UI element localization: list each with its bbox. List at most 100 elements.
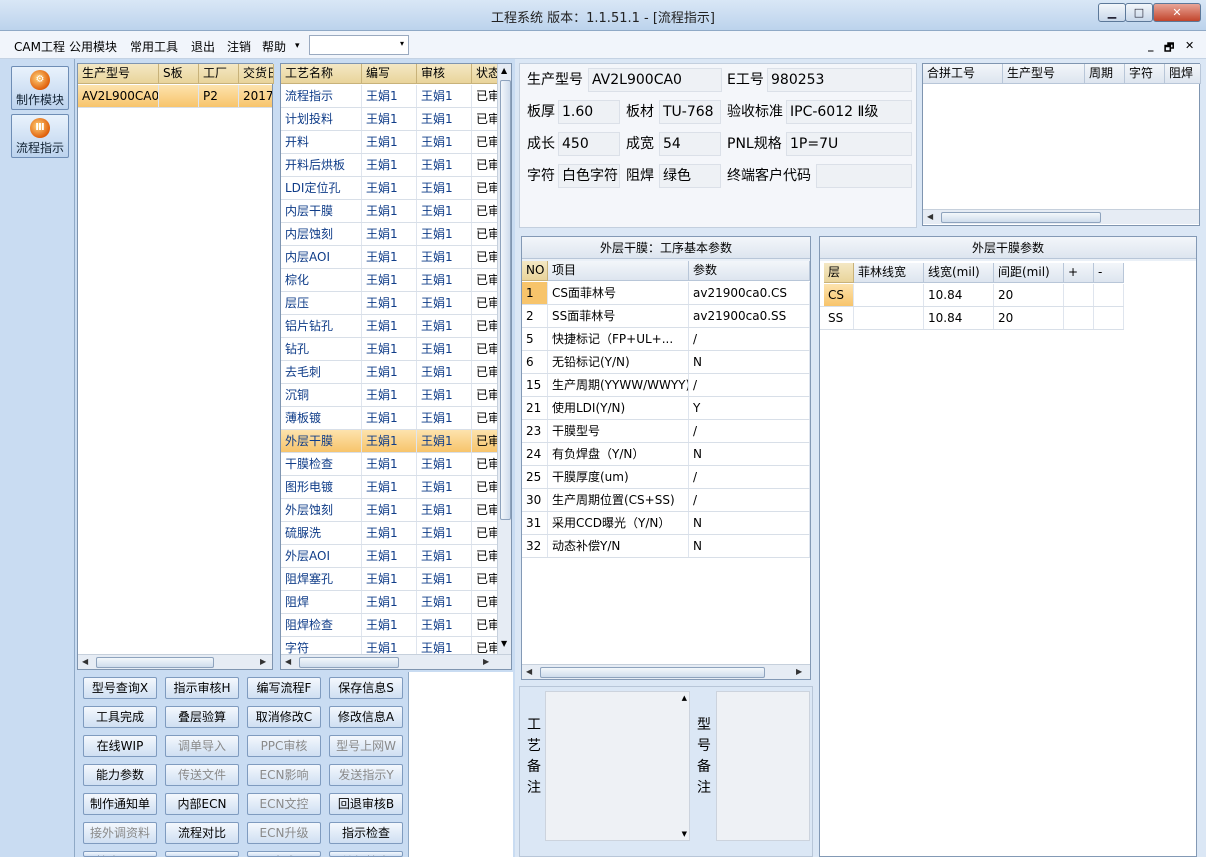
customer-code-field[interactable] xyxy=(816,164,912,188)
table-row[interactable]: 去毛刺王娟1王娟1已审 xyxy=(281,361,497,384)
scroll-right-icon[interactable]: ▶ xyxy=(796,665,802,679)
table-row[interactable]: 沉铜王娟1王娟1已审 xyxy=(281,384,497,407)
table-row[interactable]: 层压王娟1王娟1已审 xyxy=(281,292,497,315)
col-header[interactable]: 参数 xyxy=(689,261,810,281)
material-field[interactable]: TU-768 xyxy=(659,100,721,124)
table-row[interactable]: 薄板镀王娟1王娟1已审 xyxy=(281,407,497,430)
scroll-thumb[interactable] xyxy=(941,212,1101,223)
action-button[interactable]: 制作通知单 xyxy=(83,793,157,815)
table-row[interactable]: 硫脲洗王娟1王娟1已审 xyxy=(281,522,497,545)
table-row[interactable]: 阻焊检查王娟1王娟1已审 xyxy=(281,614,497,637)
action-button[interactable]: ECN升级 xyxy=(247,822,321,844)
col-header[interactable]: 生产型号 xyxy=(1003,64,1085,84)
table-row[interactable]: 开料王娟1王娟1已审 xyxy=(281,131,497,154)
mdi-minimize-button[interactable]: _ xyxy=(1148,39,1154,52)
action-button[interactable]: 流程对比 xyxy=(165,822,239,844)
col-header[interactable]: S板 xyxy=(159,64,199,84)
action-button[interactable]: ECN文控 xyxy=(247,793,321,815)
col-header[interactable]: 阻焊 xyxy=(1165,64,1201,84)
menu-public-module[interactable]: 公用模块 xyxy=(69,38,117,55)
width-field[interactable]: 54 xyxy=(659,132,721,156)
table-row[interactable]: 31 采用CCD曝光（Y/N） N xyxy=(522,512,810,535)
table-row[interactable]: 流程指示王娟1王娟1已审 xyxy=(281,85,497,108)
action-button[interactable]: 生成 xyxy=(247,851,321,857)
horizontal-scrollbar[interactable]: ◀ xyxy=(923,209,1199,224)
menu-cam[interactable]: CAM工程 xyxy=(14,38,65,55)
horizontal-scrollbar[interactable]: ◀ ▶ xyxy=(78,654,272,669)
action-button[interactable]: ECN影响 xyxy=(247,764,321,786)
menu-exit[interactable]: 退出 xyxy=(191,38,215,55)
table-row[interactable]: 24 有负焊盘（Y/N） N xyxy=(522,443,810,466)
table-row[interactable]: LDI定位孔王娟1王娟1已审 xyxy=(281,177,497,200)
horizontal-scrollbar[interactable]: ◀ ▶ xyxy=(522,664,810,679)
table-row[interactable]: 6 无铅标记(Y/N) N xyxy=(522,351,810,374)
table-row[interactable]: 30 生产周期位置(CS+SS) / xyxy=(522,489,810,512)
action-button[interactable]: 指示审核H xyxy=(165,677,239,699)
table-row[interactable]: AV2L900CA0 P2 2017/ xyxy=(78,85,272,108)
action-button[interactable]: 工具完成 xyxy=(83,706,157,728)
col-header[interactable]: 工厂 xyxy=(199,64,239,84)
col-header[interactable]: NO xyxy=(522,261,548,281)
action-button[interactable]: 能力参数 xyxy=(83,764,157,786)
menu-logout[interactable]: 注销 xyxy=(227,38,251,55)
maximize-button[interactable]: □ xyxy=(1125,3,1153,22)
scroll-down-icon[interactable]: ▼ xyxy=(501,639,507,648)
action-button[interactable]: 型号查询X xyxy=(83,677,157,699)
table-row[interactable]: 1 CS面菲林号 av21900ca0.CS xyxy=(522,282,810,305)
action-button[interactable]: 检查导入 xyxy=(83,851,157,857)
table-row[interactable]: 干膜检查王娟1王娟1已审 xyxy=(281,453,497,476)
table-row[interactable]: CS 10.84 20 xyxy=(820,284,1124,307)
col-header[interactable]: 周期 xyxy=(1085,64,1125,84)
col-header[interactable]: 生产型号 xyxy=(78,64,159,84)
scroll-thumb[interactable] xyxy=(500,80,511,520)
col-header[interactable]: 线宽(mil) xyxy=(924,263,994,283)
thickness-field[interactable]: 1.60 xyxy=(558,100,620,124)
action-button[interactable]: 回退审核B xyxy=(329,793,403,815)
legend-field[interactable]: 白色字符 xyxy=(558,164,620,188)
col-header[interactable]: 菲林线宽 xyxy=(854,263,924,283)
table-row[interactable]: 25 干膜厚度(um) / xyxy=(522,466,810,489)
menu-dropdown-icon[interactable]: ▾ xyxy=(295,41,300,51)
action-button[interactable]: 传送文件 xyxy=(165,764,239,786)
table-row[interactable]: 计划投料王娟1王娟1已审 xyxy=(281,108,497,131)
table-row[interactable]: 5 快捷标记（FP+UL+... / xyxy=(522,328,810,351)
table-row[interactable]: 外层AOI王娟1王娟1已审 xyxy=(281,545,497,568)
col-header[interactable]: 编写 xyxy=(362,64,417,84)
action-button[interactable]: 内部ECN xyxy=(165,793,239,815)
col-header[interactable]: 工艺名称 xyxy=(281,64,362,84)
table-row[interactable]: 23 干膜型号 / xyxy=(522,420,810,443)
scroll-right-icon[interactable]: ▶ xyxy=(260,655,266,669)
table-row[interactable]: 阻焊王娟1王娟1已审 xyxy=(281,591,497,614)
table-row[interactable]: 32 动态补偿Y/N N xyxy=(522,535,810,558)
mdi-restore-button[interactable]: 🗗 xyxy=(1164,39,1174,58)
scroll-up-icon[interactable]: ▲ xyxy=(682,694,687,702)
action-button[interactable]: PPC审核 xyxy=(247,735,321,757)
table-row[interactable]: 外层蚀刻王娟1王娟1已审 xyxy=(281,499,497,522)
vertical-scrollbar[interactable]: ▲ ▼ xyxy=(497,64,511,654)
menu-help[interactable]: 帮助 xyxy=(262,38,286,55)
scroll-thumb[interactable] xyxy=(96,657,214,668)
table-row[interactable]: 2 SS面菲林号 av21900ca0.SS xyxy=(522,305,810,328)
action-button[interactable]: 调单导入 xyxy=(165,735,239,757)
action-button[interactable]: 保存信息S xyxy=(329,677,403,699)
nav-process-instruction[interactable]: Ⅲ 流程指示 xyxy=(11,114,69,158)
col-header[interactable]: 审核 xyxy=(417,64,472,84)
action-button[interactable]: 编辑检查 xyxy=(329,851,403,857)
menu-combo-box[interactable]: ▾ xyxy=(309,35,409,55)
table-row[interactable]: 21 使用LDI(Y/N) Y xyxy=(522,397,810,420)
scroll-thumb[interactable] xyxy=(299,657,399,668)
col-header[interactable]: 间距(mil) xyxy=(994,263,1064,283)
action-button[interactable]: 接外调资料 xyxy=(83,822,157,844)
pnl-field[interactable]: 1P=7U xyxy=(786,132,912,156)
horizontal-scrollbar[interactable]: ◀ ▶ xyxy=(281,654,511,669)
menu-common-tools[interactable]: 常用工具 xyxy=(130,38,178,55)
model-field[interactable]: AV2L900CA0 xyxy=(588,68,722,92)
table-row[interactable]: 内层AOI王娟1王娟1已审 xyxy=(281,246,497,269)
col-header[interactable]: 状态 xyxy=(472,64,498,84)
e-number-field[interactable]: 980253 xyxy=(767,68,912,92)
action-button[interactable]: 取消修改C xyxy=(247,706,321,728)
action-button[interactable]: 修改信息A xyxy=(329,706,403,728)
scroll-left-icon[interactable]: ◀ xyxy=(526,665,532,679)
length-field[interactable]: 450 xyxy=(558,132,620,156)
scroll-left-icon[interactable]: ◀ xyxy=(927,210,933,224)
